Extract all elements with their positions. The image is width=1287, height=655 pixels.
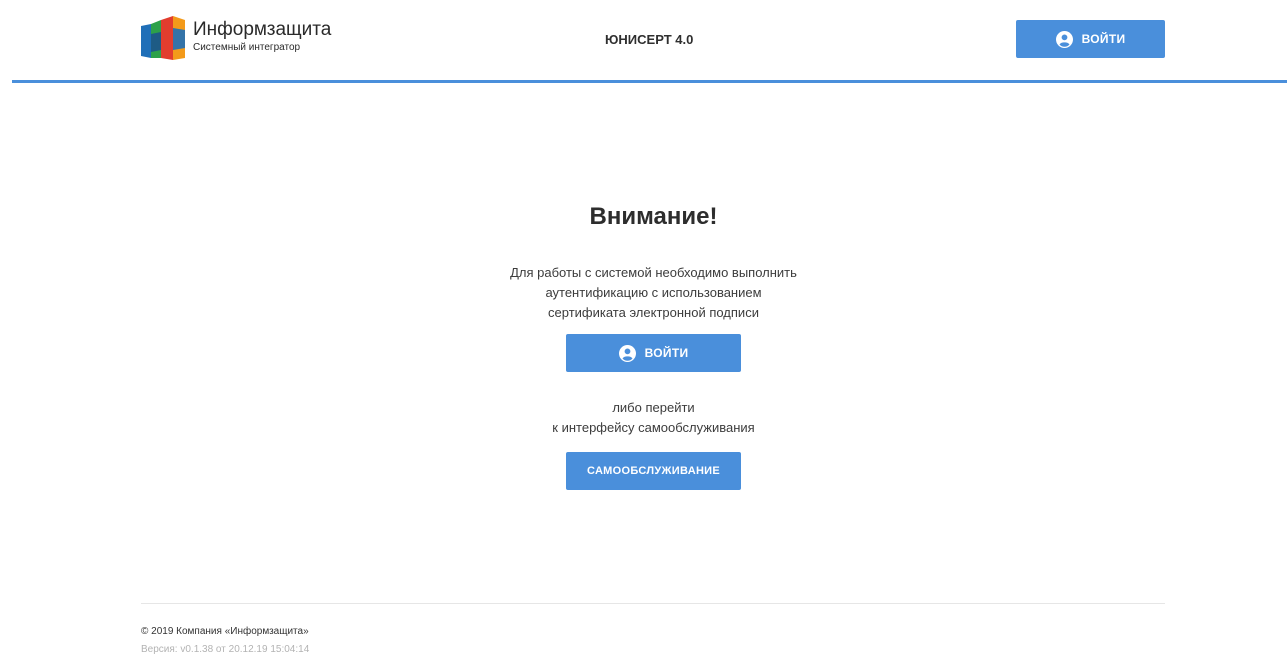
informzaschita-logo-icon: [141, 16, 185, 60]
header-login-label: ВОЙТИ: [1081, 32, 1126, 46]
header: Информзащита Системный интегратор ЮНИСЕР…: [0, 0, 1287, 80]
auth-message-line: Для работы с системой необходимо выполни…: [510, 265, 797, 280]
self-service-message-line: либо перейти: [612, 400, 695, 415]
user-circle-icon: [1055, 30, 1073, 48]
login-button-label: ВОЙТИ: [644, 346, 689, 360]
footer-divider: [141, 603, 1165, 604]
user-circle-icon: [618, 344, 636, 362]
header-divider: [12, 80, 1287, 83]
auth-message-line: сертификата электронной подписи: [548, 305, 759, 320]
header-login-button[interactable]: ВОЙТИ: [1016, 20, 1165, 58]
page-title: Внимание!: [589, 203, 718, 230]
copyright-text: © 2019 Компания «Информзащита»: [141, 626, 309, 637]
logo-title: Информзащита: [193, 19, 332, 40]
auth-message: Для работы с системой необходимо выполни…: [0, 263, 1287, 323]
login-button[interactable]: ВОЙТИ: [566, 334, 741, 372]
company-logo[interactable]: Информзащита Системный интегратор: [141, 14, 351, 62]
logo-subtitle: Системный интегратор: [193, 42, 301, 53]
self-service-button-label: САМООБСЛУЖИВАНИЕ: [586, 465, 721, 477]
app-title: ЮНИСЕРТ 4.0: [605, 32, 694, 47]
self-service-button[interactable]: САМООБСЛУЖИВАНИЕ: [566, 452, 741, 490]
auth-message-line: аутентификацию с использованием: [545, 285, 762, 300]
self-service-message: либо перейти к интерфейсу самообслуживан…: [0, 398, 1287, 438]
version-text: Версия: v0.1.38 от 20.12.19 15:04:14: [141, 644, 310, 655]
self-service-message-line: к интерфейсу самообслуживания: [552, 420, 755, 435]
